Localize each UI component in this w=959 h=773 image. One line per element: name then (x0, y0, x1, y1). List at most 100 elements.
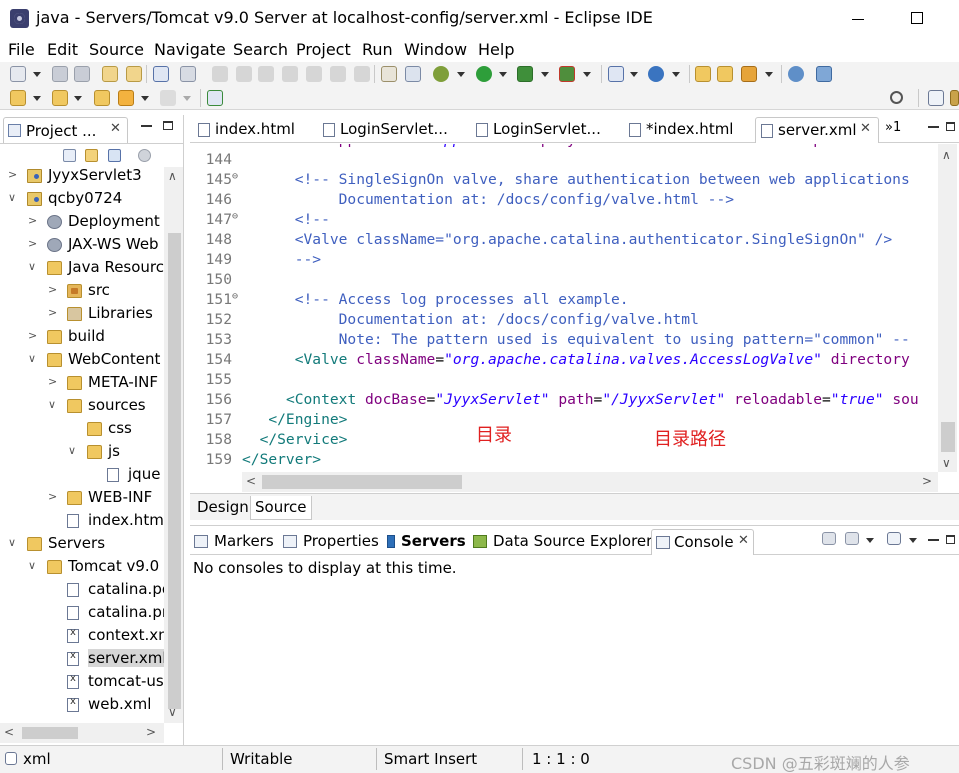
tab-index-html-dirty[interactable]: *index.html (624, 117, 744, 143)
view-menu-icon[interactable] (138, 149, 151, 162)
tab-console[interactable]: Console ✕ (651, 529, 754, 555)
previous-annotation-dropdown-icon[interactable] (74, 96, 82, 101)
fold-toggle-icon[interactable]: ⊖ (232, 171, 242, 182)
expanded-chevron-icon[interactable]: ∨ (28, 260, 40, 274)
java-ee-perspective-icon[interactable] (950, 90, 959, 106)
tree-vertical-scroll-thumb[interactable] (168, 233, 181, 709)
menu-edit[interactable]: Edit (47, 40, 78, 59)
collapsed-chevron-icon[interactable]: > (8, 168, 20, 182)
menu-source[interactable]: Source (89, 40, 144, 59)
code-line[interactable]: 159 </Server> (190, 451, 938, 471)
scroll-right-icon[interactable]: > (922, 474, 932, 488)
coverage-icon[interactable] (517, 66, 533, 82)
menu-run[interactable]: Run (362, 40, 393, 59)
tree-vertical-scrollbar[interactable]: ∧ ∨ (164, 167, 183, 723)
external-tools-dropdown-icon[interactable] (583, 72, 591, 77)
code-line[interactable]: 151 ⊖ <!-- Access log processes all examp… (190, 291, 938, 311)
close-icon[interactable]: ✕ (860, 121, 871, 136)
tab-design[interactable]: Design (193, 496, 253, 520)
search-web-icon[interactable] (816, 66, 832, 82)
expanded-chevron-icon[interactable]: ∨ (68, 444, 80, 458)
tree-item[interactable]: server.xml (0, 648, 164, 670)
menu-navigate[interactable]: Navigate (154, 40, 226, 59)
expanded-chevron-icon[interactable]: ∨ (28, 559, 40, 573)
open-project-icon[interactable] (717, 66, 733, 82)
collapsed-chevron-icon[interactable]: > (48, 490, 60, 504)
code-line[interactable]: 150 (190, 271, 938, 291)
save-all-icon[interactable] (74, 66, 90, 82)
next-annotation-dropdown-icon[interactable] (33, 96, 41, 101)
open-folder-icon[interactable] (695, 66, 711, 82)
open-resource-icon[interactable] (126, 66, 142, 82)
tab-markers[interactable]: Markers (192, 529, 276, 555)
tree-item[interactable]: > JAX-WS Web (0, 234, 164, 256)
tree-item[interactable]: web.xml (0, 694, 164, 716)
new-server-dropdown-icon[interactable] (630, 72, 638, 77)
new-web-service-icon[interactable] (648, 66, 664, 82)
external-tools-icon[interactable] (559, 66, 575, 82)
scroll-left-icon[interactable]: < (246, 474, 256, 488)
minimize-panel-icon[interactable] (141, 125, 152, 127)
tree-item[interactable]: ∨ Servers (0, 533, 164, 555)
minimize-editor-icon[interactable] (928, 126, 939, 128)
use-step-filters-icon[interactable] (381, 66, 397, 82)
tree-item[interactable]: ∨ js (0, 441, 164, 463)
next-annotation-icon[interactable] (10, 90, 26, 106)
xml-source-editor[interactable]: 143 <Host appBase="webapps" autoDeploy="… (190, 144, 938, 472)
editor-horizontal-scrollbar[interactable]: < > (242, 472, 938, 492)
back-dropdown-icon[interactable] (141, 96, 149, 101)
new-icon[interactable] (10, 66, 26, 82)
scroll-right-icon[interactable]: > (146, 725, 156, 739)
menu-window[interactable]: Window (404, 40, 467, 59)
open-perspective-icon[interactable] (928, 90, 944, 106)
code-line[interactable]: 157 </Engine> (190, 411, 938, 431)
tree-item[interactable]: ∨ qcby0724 (0, 188, 164, 210)
open-console-dropdown-icon[interactable] (909, 538, 917, 543)
web-service-dropdown-icon[interactable] (672, 72, 680, 77)
close-icon[interactable]: ✕ (110, 121, 121, 136)
collapsed-chevron-icon[interactable]: > (28, 329, 40, 343)
tree-item[interactable]: index.htm (0, 510, 164, 532)
tree-item[interactable]: ∨ sources (0, 395, 164, 417)
expanded-chevron-icon[interactable]: ∨ (28, 352, 40, 366)
debug-dropdown-icon[interactable] (457, 72, 465, 77)
toggle-markers-icon[interactable] (405, 66, 421, 82)
tree-item[interactable]: tomcat-us (0, 671, 164, 693)
tabs-overflow-button[interactable]: »1 (885, 120, 901, 135)
filter-icon[interactable] (108, 149, 121, 162)
tab-index-html[interactable]: index.html (193, 117, 303, 143)
code-line[interactable]: 148 <Valve className="org.apache.catalin… (190, 231, 938, 251)
collapse-all-icon[interactable] (63, 149, 76, 162)
tab-loginservlet-1[interactable]: LoginServlet... (318, 117, 458, 143)
code-line[interactable]: 145 ⊖ <!-- SingleSignOn valve, share auth… (190, 171, 938, 191)
expanded-chevron-icon[interactable]: ∨ (8, 191, 20, 205)
back-arrow-icon[interactable] (118, 90, 134, 106)
tree-item[interactable]: > META-INF (0, 372, 164, 394)
terminal-icon[interactable] (153, 66, 169, 82)
collapsed-chevron-icon[interactable]: > (48, 375, 60, 389)
annotation-dropdown-icon[interactable] (765, 72, 773, 77)
code-line[interactable]: 149 --> (190, 251, 938, 271)
collapsed-chevron-icon[interactable]: > (48, 283, 60, 297)
annotation-icon[interactable] (741, 66, 757, 82)
last-edit-location-icon[interactable] (94, 90, 110, 106)
fold-toggle-icon[interactable]: ⊖ (232, 211, 242, 222)
tree-item[interactable]: > build (0, 326, 164, 348)
code-line[interactable]: 158 </Service> (190, 431, 938, 451)
minimize-panel-icon[interactable] (928, 539, 939, 541)
open-type-icon[interactable] (102, 66, 118, 82)
scroll-down-icon[interactable]: ∨ (942, 456, 951, 470)
tree-item[interactable]: context.xn (0, 625, 164, 647)
internal-browser-icon[interactable] (788, 66, 804, 82)
previous-annotation-icon[interactable] (52, 90, 68, 106)
expanded-chevron-icon[interactable]: ∨ (8, 536, 20, 550)
code-line[interactable]: 156 <Context docBase="JyyxServlet" path=… (190, 391, 938, 411)
minimize-button[interactable] (852, 19, 864, 20)
tree-horizontal-scrollbar[interactable]: < > (0, 723, 164, 743)
tab-loginservlet-2[interactable]: LoginServlet... (471, 117, 611, 143)
scroll-down-icon[interactable]: ∨ (168, 705, 177, 719)
debug-icon[interactable] (433, 66, 449, 82)
tree-item[interactable]: catalina.po (0, 579, 164, 601)
editor-vertical-scrollbar[interactable]: ∧ ∨ (938, 144, 957, 472)
fold-toggle-icon[interactable]: ⊖ (232, 291, 242, 302)
